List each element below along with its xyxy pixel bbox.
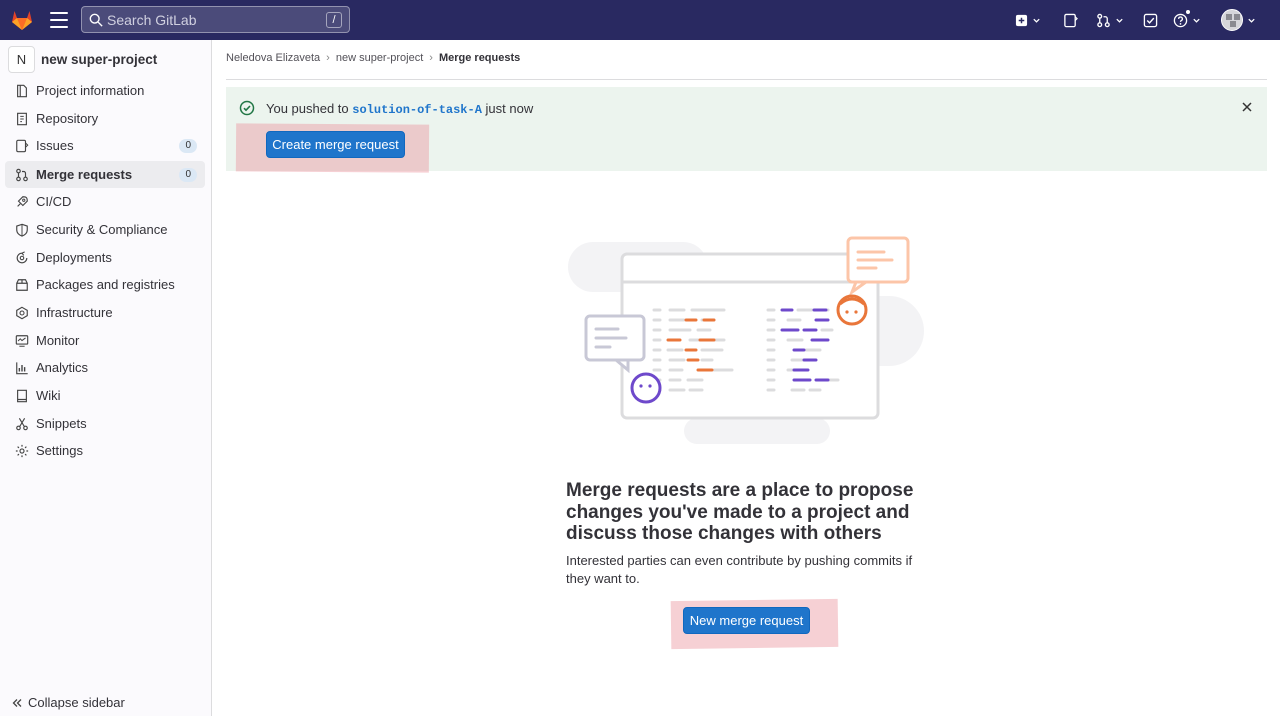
todos-shortcut[interactable] [1143, 10, 1158, 30]
chevron-down-icon [1193, 18, 1200, 23]
chevron-down-icon [1248, 18, 1255, 23]
todo-icon [1143, 13, 1158, 27]
sidebar-item-repository[interactable]: Repository [5, 105, 205, 132]
project-name: new super-project [41, 51, 158, 67]
new-dropdown[interactable] [1015, 10, 1041, 30]
snippet-icon [14, 416, 30, 432]
check-circle-icon [239, 100, 255, 116]
sidebar-item-analytics[interactable]: Analytics [5, 354, 205, 381]
collapse-sidebar-button[interactable]: Collapse sidebar [12, 695, 125, 710]
chevron-right-icon: › [429, 52, 433, 64]
sidebar-project-header[interactable]: N new super-project [8, 45, 157, 73]
merge-request-icon [1097, 13, 1110, 27]
sidebar-item-issues[interactable]: Issues 0 [5, 132, 205, 159]
breadcrumb-item-current[interactable]: Merge requests [439, 52, 520, 64]
deployments-icon [14, 250, 30, 266]
sidebar-item-monitor[interactable]: Monitor [5, 327, 205, 354]
sidebar-item-deployments[interactable]: Deployments [5, 244, 205, 271]
chevron-down-icon [1033, 18, 1040, 23]
sidebar-item-security-compliance[interactable]: Security & Compliance [5, 216, 205, 243]
issues-shortcut[interactable] [1063, 10, 1078, 30]
new-merge-request-button[interactable]: New merge request [683, 607, 810, 634]
sidebar-item-packages-registries[interactable]: Packages and registries [5, 271, 205, 298]
project-info-icon [14, 83, 30, 99]
merge-request-icon [14, 167, 30, 183]
double-chevron-left-icon [12, 698, 22, 707]
sidebar-item-cicd[interactable]: CI/CD [5, 188, 205, 215]
user-menu-chevron[interactable] [1247, 10, 1256, 30]
gitlab-logo[interactable] [10, 8, 34, 32]
avatar[interactable] [1221, 9, 1243, 31]
merge-requests-empty-illustration [568, 236, 924, 444]
search-bar[interactable]: / [81, 6, 350, 33]
shield-icon [14, 222, 30, 238]
chart-icon [14, 360, 30, 376]
sidebar: N new super-project Project information … [0, 40, 212, 716]
sidebar-item-settings[interactable]: Settings [5, 437, 205, 464]
breadcrumb-item-owner[interactable]: Neledova Elizaveta [226, 52, 320, 64]
monitor-icon [14, 333, 30, 349]
gear-icon [14, 443, 30, 459]
plus-square-icon [1015, 14, 1028, 26]
create-merge-request-button[interactable]: Create merge request [266, 131, 405, 158]
chevron-down-icon [1116, 18, 1123, 23]
help-icon [1173, 13, 1188, 27]
sidebar-item-infrastructure[interactable]: Infrastructure [5, 299, 205, 326]
search-icon [89, 13, 103, 27]
branch-name[interactable]: solution-of-task-A [352, 103, 482, 117]
repository-icon [14, 111, 30, 127]
issues-count-badge: 0 [179, 139, 197, 153]
package-icon [14, 277, 30, 293]
breadcrumb: Neledova Elizaveta › new super-project ›… [226, 52, 1267, 80]
book-icon [14, 388, 30, 404]
issues-icon [14, 138, 30, 154]
empty-state-title: Merge requests are a place to propose ch… [566, 480, 914, 544]
sidebar-item-wiki[interactable]: Wiki [5, 382, 205, 409]
merge-requests-shortcut[interactable] [1096, 10, 1124, 30]
sidebar-item-merge-requests[interactable]: Merge requests 0 [5, 161, 205, 188]
sidebar-item-snippets[interactable]: Snippets [5, 410, 205, 437]
breadcrumb-item-project[interactable]: new super-project [336, 52, 423, 64]
chevron-right-icon: › [326, 52, 330, 64]
alert-message: You pushed to solution-of-task-A just no… [266, 101, 534, 117]
sidebar-item-project-information[interactable]: Project information [5, 77, 205, 104]
hamburger-menu-icon[interactable] [50, 12, 68, 28]
cloud-gear-icon [14, 305, 30, 321]
issues-icon [1064, 13, 1078, 27]
search-shortcut-key: / [326, 12, 342, 28]
empty-state-description: Interested parties can even contribute b… [566, 553, 913, 586]
top-navbar: / [0, 0, 1280, 40]
rocket-icon [14, 194, 30, 210]
notification-dot [1185, 9, 1191, 15]
project-avatar: N [8, 45, 35, 73]
search-input[interactable] [107, 11, 317, 28]
merge-requests-count-badge: 0 [179, 168, 197, 182]
close-icon[interactable] [1240, 100, 1254, 114]
